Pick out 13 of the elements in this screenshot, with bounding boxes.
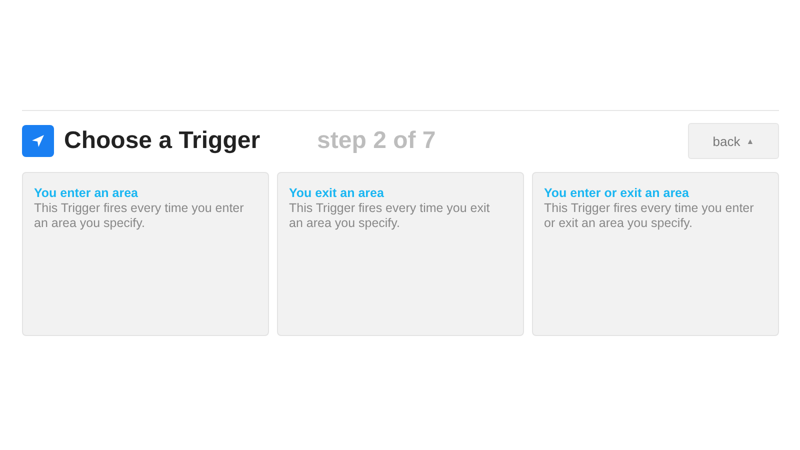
caret-icon: ▲: [746, 136, 754, 146]
step-indicator: step 2 of 7: [317, 127, 436, 155]
trigger-title: You exit an area: [289, 186, 385, 201]
page-title: Choose a Trigger: [64, 127, 260, 155]
trigger-description: This Trigger fires every time you enter or exit an area you specify.: [544, 201, 755, 231]
trigger-card[interactable]: You enter an area This Trigger fires every time you enter an area you specify.: [22, 172, 269, 336]
trigger-card[interactable]: You exit an area This Trigger fires every time you exit an area you specify.: [277, 172, 524, 336]
trigger-description: This Trigger fires every time you exit an area you specify.: [289, 201, 491, 231]
back-button[interactable]: back ▲: [688, 123, 779, 159]
trigger-title: You enter or exit an area: [544, 186, 690, 201]
trigger-title: You enter an area: [34, 186, 139, 201]
trigger-card[interactable]: You enter or exit an area This Trigger fires every time you enter or exit an area you specify.: [532, 172, 779, 336]
trigger-description: This Trigger fires every time you enter an area you specify.: [34, 201, 245, 231]
